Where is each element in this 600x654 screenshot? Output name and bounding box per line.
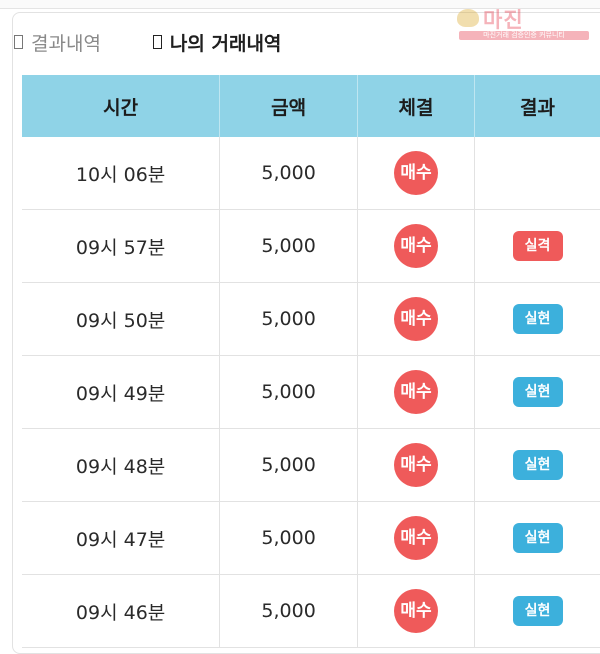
buy-badge: 매수 [394, 516, 438, 560]
buy-badge: 매수 [394, 297, 438, 341]
cell-result: 실현 [475, 356, 600, 429]
header-amount: 금액 [220, 75, 358, 137]
cell-execution: 매수 [357, 429, 474, 502]
cell-time: 10시 06분 [22, 137, 220, 210]
cell-amount: 5,000 [220, 575, 358, 648]
table-row: 09시 50분 5,000 매수 실현 [22, 283, 600, 356]
document-icon [153, 35, 162, 49]
cell-result: 실현 [475, 429, 600, 502]
buy-badge: 매수 [394, 370, 438, 414]
cell-time: 09시 50분 [22, 283, 220, 356]
tab-results[interactable]: 결과내역 [14, 29, 101, 56]
table-row: 09시 49분 5,000 매수 실현 [22, 356, 600, 429]
cell-execution: 매수 [357, 137, 474, 210]
table-row: 10시 06분 5,000 매수 [22, 137, 600, 210]
header-result: 결과 [475, 75, 600, 137]
cell-amount: 5,000 [220, 356, 358, 429]
buy-badge: 매수 [394, 443, 438, 487]
cell-result: 실현 [475, 575, 600, 648]
buy-badge: 매수 [394, 151, 438, 195]
table-header-row: 시간 금액 체결 결과 [22, 75, 600, 137]
buy-badge: 매수 [394, 589, 438, 633]
table-row: 09시 48분 5,000 매수 실현 [22, 429, 600, 502]
cell-time: 09시 46분 [22, 575, 220, 648]
cell-result: 실현 [475, 283, 600, 356]
cell-execution: 매수 [357, 210, 474, 283]
tab-label: 결과내역 [31, 29, 101, 56]
header-execution: 체결 [357, 75, 474, 137]
cell-execution: 매수 [357, 283, 474, 356]
result-success-badge: 실현 [513, 377, 563, 407]
cell-execution: 매수 [357, 356, 474, 429]
result-success-badge: 실현 [513, 596, 563, 626]
result-fail-badge: 실격 [513, 231, 563, 261]
cell-time: 09시 48분 [22, 429, 220, 502]
header-time: 시간 [22, 75, 220, 137]
cell-result [475, 137, 600, 210]
document-icon [14, 35, 23, 49]
result-success-badge: 실현 [513, 304, 563, 334]
cell-execution: 매수 [357, 502, 474, 575]
table-row: 09시 46분 5,000 매수 실현 [22, 575, 600, 648]
cell-result: 실격 [475, 210, 600, 283]
tab-label: 나의 거래내역 [170, 29, 282, 56]
table-row: 09시 47분 5,000 매수 실현 [22, 502, 600, 575]
trade-history-table: 시간 금액 체결 결과 10시 06분 5,000 매수 09시 57분 5,0… [22, 75, 600, 648]
cell-amount: 5,000 [220, 137, 358, 210]
table-row: 09시 57분 5,000 매수 실격 [22, 210, 600, 283]
cell-time: 09시 57분 [22, 210, 220, 283]
cell-amount: 5,000 [220, 429, 358, 502]
top-divider [0, 0, 600, 9]
cell-amount: 5,000 [220, 283, 358, 356]
cell-time: 09시 47분 [22, 502, 220, 575]
cell-time: 09시 49분 [22, 356, 220, 429]
cell-execution: 매수 [357, 575, 474, 648]
result-success-badge: 실현 [513, 450, 563, 480]
buy-badge: 매수 [394, 224, 438, 268]
cell-amount: 5,000 [220, 210, 358, 283]
cell-amount: 5,000 [220, 502, 358, 575]
tab-my-trades[interactable]: 나의 거래내역 [153, 29, 282, 56]
tab-bar: 결과내역 나의 거래내역 [14, 22, 333, 62]
result-success-badge: 실현 [513, 523, 563, 553]
cell-result: 실현 [475, 502, 600, 575]
